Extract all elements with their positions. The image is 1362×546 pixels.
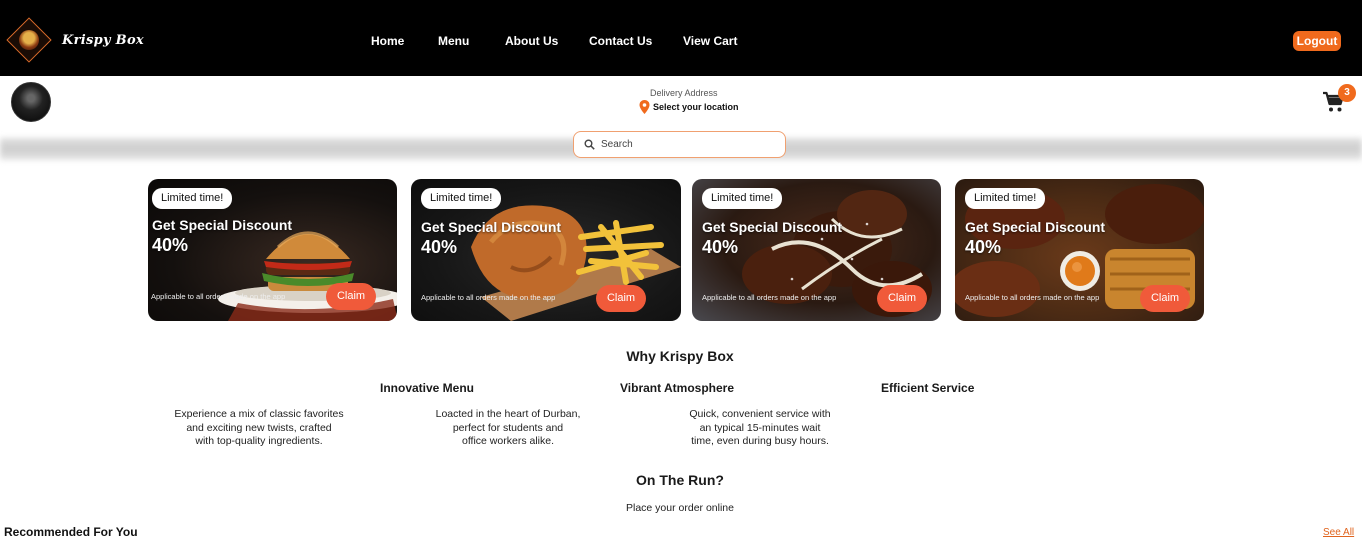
select-location-link[interactable]: Select your location (653, 102, 739, 112)
brand-logo[interactable] (6, 17, 52, 63)
promo-note: Applicable to all orders made on the app (702, 293, 837, 302)
top-navbar: Krispy Box Home Menu About Us Contact Us… (0, 0, 1362, 76)
location-pin-icon (639, 100, 650, 114)
feature-description: Loacted in the heart of Durban, perfect … (435, 408, 581, 447)
claim-button[interactable]: Claim (596, 285, 646, 312)
promo-title: Get Special Discount (702, 219, 843, 235)
limited-time-badge: Limited time! (421, 188, 502, 209)
promo-note: Applicable to all orders made on the app (965, 293, 1100, 302)
claim-button[interactable]: Claim (877, 285, 927, 312)
promo-card[interactable]: Limited time! Get Special Discount 40% A… (411, 179, 681, 321)
search-input[interactable] (601, 136, 776, 153)
limited-time-badge: Limited time! (152, 188, 233, 209)
search-box[interactable] (573, 131, 786, 158)
brand-name: Krispy Box (62, 33, 144, 48)
promo-discount: 40% (965, 237, 1002, 257)
claim-button[interactable]: Claim (1140, 285, 1190, 312)
promo-card[interactable]: Limited time! Get Special Discount 40% A… (148, 179, 397, 321)
promo-note: Applicable to all orders made on the app (421, 293, 556, 302)
feature-description: Quick, convenient service with an typica… (689, 408, 831, 447)
promo-discount: 40% (152, 235, 189, 255)
nav-contact-us[interactable]: Contact Us (589, 34, 652, 48)
nav-home[interactable]: Home (371, 34, 404, 48)
recommended-heading: Recommended For You (4, 525, 138, 539)
nav-view-cart[interactable]: View Cart (683, 34, 737, 48)
nav-about-us[interactable]: About Us (505, 34, 558, 48)
promo-title: Get Special Discount (152, 217, 293, 233)
delivery-address-label: Delivery Address (650, 88, 718, 98)
promo-discount: 40% (702, 237, 739, 257)
promo-discount: 40% (421, 237, 458, 257)
search-icon (584, 139, 595, 150)
cart-count-badge: 3 (1338, 84, 1356, 102)
on-the-run-heading: On The Run? (636, 472, 724, 488)
feature-innovative-menu: Innovative Menu (380, 381, 475, 395)
limited-time-badge: Limited time! (702, 188, 783, 209)
on-the-run-subtitle: Place your order online (626, 502, 734, 514)
why-heading: Why Krispy Box (626, 348, 734, 364)
promo-card[interactable]: Limited time! Get Special Discount 40% A… (955, 179, 1204, 321)
avatar[interactable] (11, 82, 51, 122)
logout-button[interactable]: Logout (1293, 31, 1341, 51)
feature-description: Experience a mix of classic favorites an… (174, 408, 344, 447)
feature-efficient-service: Efficient Service (881, 381, 975, 395)
promo-card[interactable]: Limited time! Get Special Discount 40% A… (692, 179, 941, 321)
promo-title: Get Special Discount (421, 219, 562, 235)
promo-note: Applicable to all orders made on the app (151, 292, 286, 301)
promo-title: Get Special Discount (965, 219, 1106, 235)
limited-time-badge: Limited time! (965, 188, 1046, 209)
feature-vibrant-atmosphere: Vibrant Atmosphere (620, 381, 735, 395)
nav-menu[interactable]: Menu (438, 34, 469, 48)
see-all-link[interactable]: See All (1323, 527, 1354, 538)
claim-button[interactable]: Claim (326, 283, 376, 310)
